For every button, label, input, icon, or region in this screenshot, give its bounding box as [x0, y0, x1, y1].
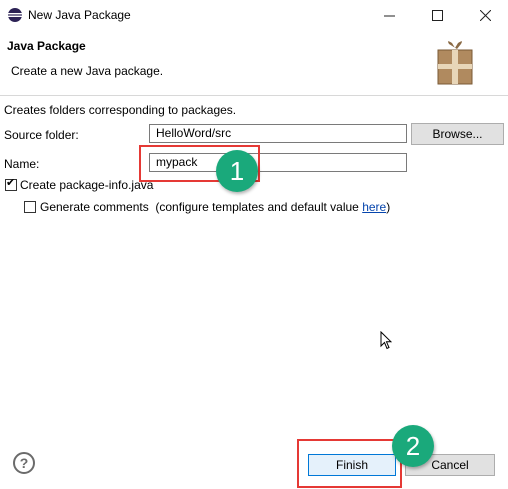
package-icon	[437, 41, 473, 85]
help-icon[interactable]: ?	[13, 452, 35, 474]
step-2-marker: 2	[392, 425, 434, 467]
minimize-icon[interactable]	[366, 0, 412, 30]
browse-button[interactable]: Browse...	[411, 123, 504, 145]
generate-comments-close: )	[386, 200, 391, 214]
generate-comments-note: (configure templates and default value	[155, 200, 359, 214]
mouse-cursor-icon	[380, 331, 392, 350]
checkmark-icon: ✔	[6, 177, 16, 189]
dialog-header: Java Package Create a new Java package.	[0, 30, 508, 96]
generate-comments-line: Generate comments (configure templates a…	[40, 200, 390, 214]
eclipse-icon	[8, 8, 22, 22]
create-package-info-label: Create package-info.java	[20, 178, 154, 192]
header-title: Java Package	[7, 39, 86, 53]
generate-comments-checkbox[interactable]	[24, 201, 36, 213]
name-label: Name:	[4, 157, 40, 171]
maximize-icon[interactable]	[414, 0, 460, 30]
form-description: Creates folders corresponding to package…	[4, 103, 237, 117]
source-folder-label: Source folder:	[4, 128, 79, 142]
finish-button-highlight	[297, 439, 402, 488]
generate-comments-label: Generate comments	[40, 200, 149, 214]
header-description: Create a new Java package.	[11, 64, 164, 78]
step-1-marker: 1	[216, 150, 258, 192]
title-bar: New Java Package	[0, 0, 508, 30]
configure-templates-link[interactable]: here	[362, 200, 386, 214]
window-title: New Java Package	[28, 8, 131, 22]
close-icon[interactable]	[462, 0, 508, 30]
create-package-info-checkbox[interactable]: ✔	[5, 177, 17, 191]
source-folder-input[interactable]: HelloWord/src	[149, 124, 407, 143]
